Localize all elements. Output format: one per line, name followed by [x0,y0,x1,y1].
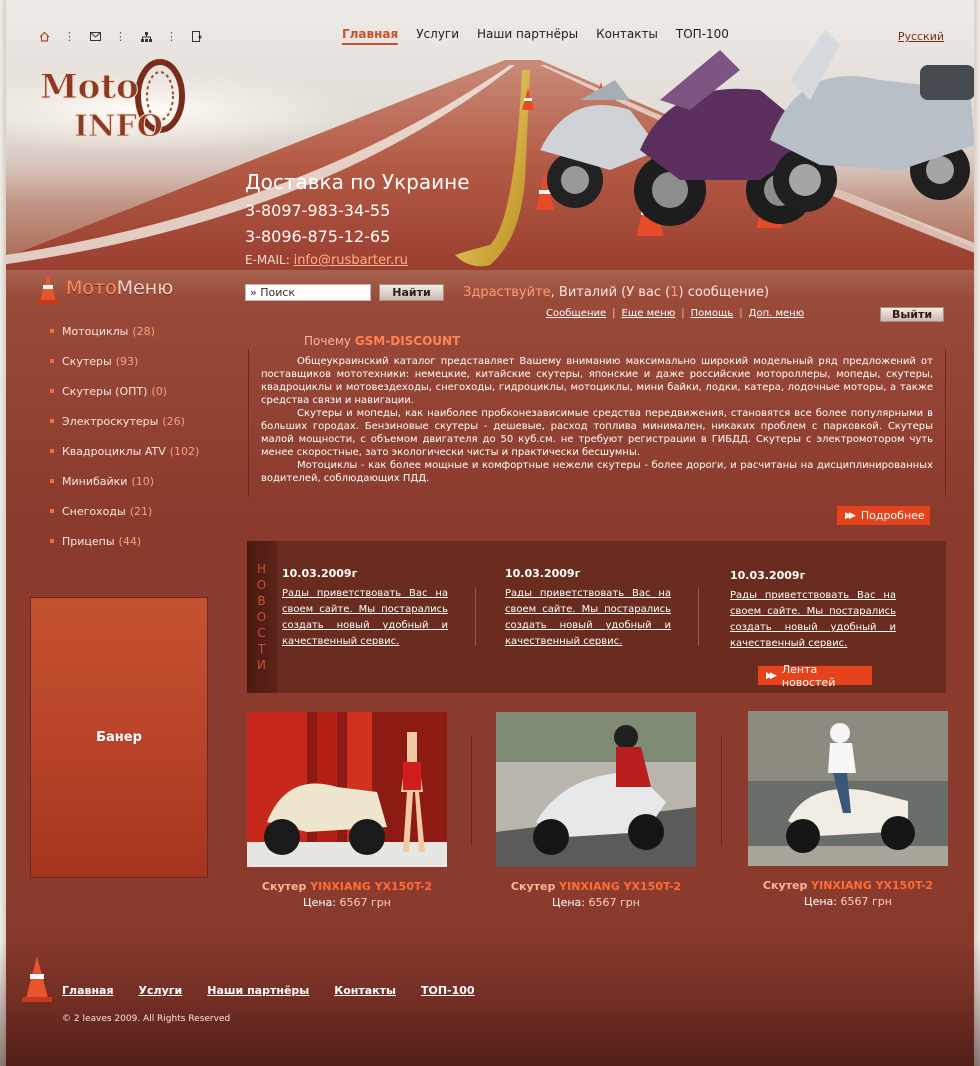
product-price: Цена: 6567 грн [303,896,391,909]
phone-2: 3-8096-875-12-65 [245,227,391,246]
intro-paragraph: Скутеры и мопеды, как наиболее пробконез… [261,408,933,458]
product-divider [721,736,722,846]
icon-separator: ⋮ [64,30,75,43]
cone-icon [22,956,52,1002]
user-greeting: Здраствуйте, Виталий (У вас (1) сообщени… [463,285,770,300]
nav-top100[interactable]: ТОП-100 [676,27,729,45]
top-icons-bar: ⋮ ⋮ ⋮ [38,30,203,43]
news-block: НОВОСТИ 10.03.2009г Рады приветствовать … [247,541,946,693]
nav-partners[interactable]: Наши партнёры [477,27,578,45]
news-divider [698,588,699,646]
news-link[interactable]: Рады приветствовать Вас на своем сайте. … [505,586,671,650]
news-feed-button[interactable]: ▶▶ Лента новостей [758,663,872,689]
menu-item-trailers[interactable]: Прицепы (44) [50,526,199,556]
menu-item-scooters-wholesale[interactable]: Скутеры (ОПТ) (0) [50,376,199,406]
product-card[interactable]: Скутер YINXIANG YX150T-2 Цена: 6567 грн [496,712,696,909]
site-logo[interactable]: Moto INFO [38,56,188,146]
bookmark-icon[interactable] [191,31,203,43]
icon-separator: ⋮ [115,30,126,43]
footer-nav-top100[interactable]: ТОП-100 [421,984,475,997]
why-heading: Почему GSM-DISCOUNT [304,334,461,348]
menu-item-electroscooters[interactable]: Электроскутеры (26) [50,406,199,436]
more-button[interactable]: ▶▶ Подробнее [837,506,930,525]
svg-text:INFO: INFO [74,109,163,144]
help-link[interactable]: Помощь [691,308,734,319]
footer-navigation: Главная Услуги Наши партнёры Контакты ТО… [62,984,475,997]
double-arrow-icon: ▶▶ [766,670,777,681]
contact-block: Доставка по Украине 3-8097-983-34-55 3-8… [245,170,470,268]
sidebar-title-part2: Меню [116,277,174,299]
more-menu-link[interactable]: Еще меню [622,308,676,319]
footer-nav-services[interactable]: Услуги [139,984,183,997]
home-icon[interactable] [38,31,50,43]
search-button[interactable]: Найти [379,284,444,301]
email-row: E-MAIL: info@rusbarter.ru [245,253,470,268]
nav-services[interactable]: Услуги [416,27,459,45]
product-name[interactable]: Скутер YINXIANG YX150T-2 [748,879,948,892]
intro-paragraph: Общеукраинский каталог представляет Ваше… [261,356,933,406]
motorcycles-illustration [540,30,975,226]
banner[interactable]: Банер [30,597,208,878]
copyright: © 2 leaves 2009. All Rights Reserved [62,1014,231,1024]
product-divider [471,736,472,846]
right-frame [974,0,980,1066]
svg-text:Moto: Moto [40,67,139,107]
footer-nav-contacts[interactable]: Контакты [334,984,396,997]
news-label-text: НОВОСТИ [256,562,268,672]
footer-nav-partners[interactable]: Наши партнёры [207,984,309,997]
double-arrow-icon: ▶▶ [845,510,856,521]
intro-text: Общеукраинский каталог представляет Ваше… [248,349,946,497]
left-frame [0,0,6,1066]
footer-background [0,940,980,1066]
message-count[interactable]: 1 [670,285,678,300]
menu-item-snowmobiles[interactable]: Снегоходы (21) [50,496,199,526]
footer-nav-home[interactable]: Главная [62,984,114,997]
email-label: E-MAIL: [245,253,290,267]
menu-item-atv[interactable]: Квадроциклы ATV (102) [50,436,199,466]
sidebar-title: МотоМеню [36,270,173,306]
icon-separator: ⋮ [166,30,177,43]
product-card[interactable]: Скутер YINXIANG YX150T-2 Цена: 6567 грн [748,711,948,908]
product-name[interactable]: Скутер YINXIANG YX150T-2 [247,880,447,893]
news-item: 10.03.2009г Рады приветствовать Вас на с… [730,569,896,652]
product-price: Цена: 6567 грн [552,896,640,909]
news-link[interactable]: Рады приветствовать Вас на своем сайте. … [282,586,448,650]
sidebar-title-part1: Мото [66,277,117,299]
news-item: 10.03.2009г Рады приветствовать Вас на с… [282,567,448,650]
menu-item-motorcycles[interactable]: Мотоциклы (28) [50,316,199,346]
phone-1: 3-8097-983-34-55 [245,201,391,220]
search-input[interactable]: » Поиск [245,284,371,301]
news-side-label: НОВОСТИ [247,541,277,693]
news-item: 10.03.2009г Рады приветствовать Вас на с… [505,567,671,650]
mail-icon[interactable] [89,31,101,43]
product-price: Цена: 6567 грн [804,895,892,908]
intro-paragraph: Мотоциклы - как более мощные и комфортны… [261,460,933,484]
news-link[interactable]: Рады приветствовать Вас на своем сайте. … [730,588,896,652]
messages-link[interactable]: Сообщение [546,308,606,319]
email-link[interactable]: info@rusbarter.ru [294,253,408,268]
product-name[interactable]: Скутер YINXIANG YX150T-2 [496,880,696,893]
top-navigation: Главная Услуги Наши партнёры Контакты ТО… [342,27,729,45]
product-photo[interactable] [496,712,696,867]
menu-item-minibikes[interactable]: Минибайки (10) [50,466,199,496]
cone-icon [37,273,59,304]
category-menu: Мотоциклы (28) Скутеры (93) Скутеры (ОПТ)(… [50,316,199,556]
delivery-title: Доставка по Украине [245,170,470,194]
language-selector[interactable]: Русский [898,30,944,43]
menu-item-scooters[interactable]: Скутеры (93) [50,346,199,376]
product-photo[interactable] [748,711,948,866]
user-links: Сообщение | Еще меню | Помощь | Доп. меню [546,308,805,319]
logout-button[interactable]: Выйти [880,307,944,322]
product-card[interactable]: Скутер YINXIANG YX150T-2 Цена: 6567 грн [247,712,447,909]
product-photo[interactable] [247,712,447,867]
sitemap-icon[interactable] [140,31,152,43]
extra-menu-link[interactable]: Доп. меню [749,308,804,319]
nav-contacts[interactable]: Контакты [596,27,658,45]
nav-home[interactable]: Главная [342,27,399,45]
news-divider [475,588,476,646]
page: ⋮ ⋮ ⋮ Главная Услуги Наши партнёры Конта… [0,0,980,1066]
